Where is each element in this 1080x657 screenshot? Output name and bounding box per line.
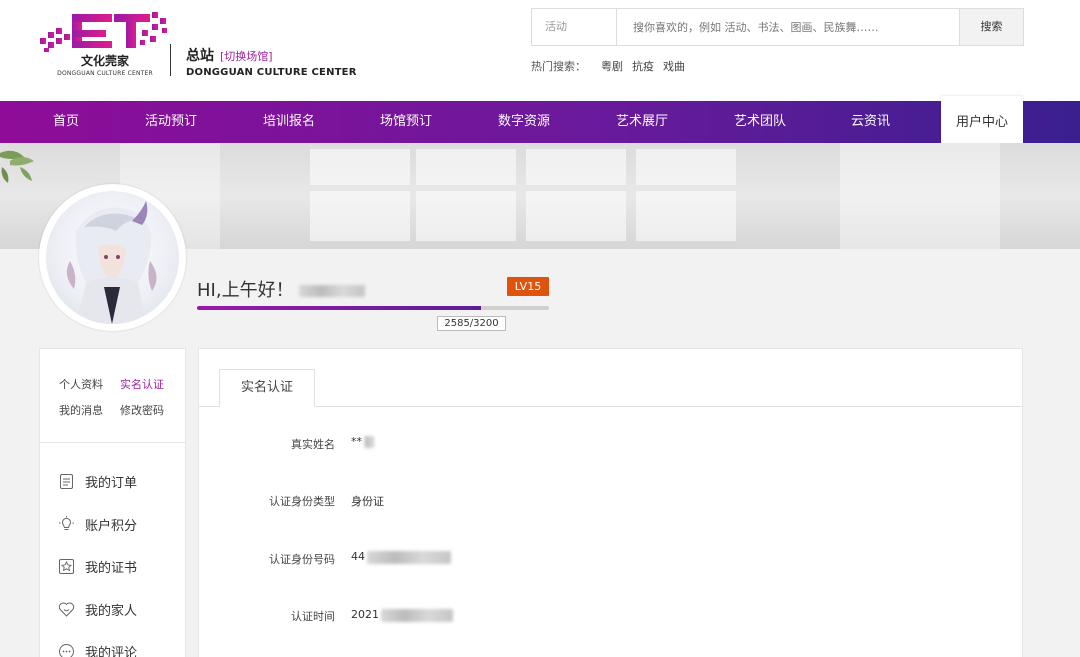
hot-search-item[interactable]: 粤剧 [601,58,623,74]
sidebar-link-verification[interactable]: 实名认证 [120,376,164,392]
search-category-select[interactable]: 活动 [532,9,617,45]
exp-progress-fill [197,306,482,310]
level-badge: LV15 [507,277,549,296]
site-name: 总站 [186,48,214,64]
sidebar-item-orders[interactable]: 我的订单 [58,471,137,491]
field-value-id-number: 44 [351,550,451,564]
sidebar-link-change-password[interactable]: 修改密码 [120,402,164,418]
sidebar-item-comments[interactable]: 我的评论 [58,641,137,657]
field-value-verified-time: 2021 [351,608,453,622]
redacted-value [364,436,374,448]
site-name-en: DONGGUAN CULTURE CENTER [186,67,357,78]
plant-leaves-icon [0,150,34,183]
switch-venue-link[interactable]: [切换场馆] [220,48,273,64]
header: 文化莞家 DONGGUAN CULTURE CENTER 总站 [切换场馆] D… [0,0,1080,101]
sidebar-link-profile[interactable]: 个人资料 [59,376,103,392]
nav-item-art-teams[interactable]: 艺术团队 [734,101,786,143]
sidebar-item-label: 我的证书 [85,560,138,576]
field-value-id-type: 身份证 [351,495,384,508]
field-label-verified-time: 认证时间 [291,610,335,623]
sidebar-item-label: 我的评论 [85,645,138,657]
sidebar-item-label: 账户积分 [85,518,138,534]
sidebar-item-label: 我的家人 [85,603,138,619]
certificate-icon [58,558,75,575]
tab-verification[interactable]: 实名认证 [219,369,315,407]
main-nav: 首页 活动预订 培训报名 场馆预订 数字资源 艺术展厅 艺术团队 云资讯 [0,101,1080,143]
nav-item-digital-resources[interactable]: 数字资源 [498,101,550,143]
sidebar-item-family[interactable]: 我的家人 [58,599,137,619]
redacted-value [381,608,453,622]
exp-progress-bar [197,306,549,310]
hot-search-label: 热门搜索： [531,60,586,73]
nav-item-art-gallery[interactable]: 艺术展厅 [616,101,668,143]
heart-icon [58,601,75,618]
hot-searches: 热门搜索： 粤剧 抗疫 戏曲 [531,58,685,74]
search-button[interactable]: 搜索 [959,9,1023,45]
sidebar-item-points[interactable]: 账户积分 [58,514,137,534]
nav-item-activity-booking[interactable]: 活动预订 [145,101,197,143]
lightbulb-icon [58,515,75,533]
nav-item-training[interactable]: 培训报名 [263,101,315,143]
search-bar: 活动 搜索 [531,8,1024,46]
sidebar: 个人资料 实名认证 我的消息 修改密码 我的订单 账户积分 我的证书 我的家人 … [39,348,186,657]
logo-text-cn: 文化莞家 [80,54,129,68]
sidebar-link-messages[interactable]: 我的消息 [59,402,103,418]
greeting-text: HI,上午好！ [197,280,294,301]
verification-panel: 实名认证 真实姓名 ** 认证身份类型 身份证 认证身份号码 44 认证时间 2… [198,348,1023,657]
logo-mark-icon [40,12,167,52]
greeting: HI,上午好！ [197,276,366,302]
search-input[interactable] [617,9,959,45]
avatar[interactable] [46,191,179,324]
field-label-id-type: 认证身份类型 [269,495,335,508]
avatar-image-icon [66,201,157,324]
comment-icon [58,643,75,657]
nav-item-home[interactable]: 首页 [53,101,79,143]
nav-item-venue-booking[interactable]: 场馆预订 [380,101,432,143]
redacted-value [367,550,451,564]
hot-search-item[interactable]: 戏曲 [663,58,685,74]
logo[interactable]: 文化莞家 DONGGUAN CULTURE CENTER [38,10,172,77]
exp-progress-text: 2585/3200 [437,316,506,331]
hot-search-item[interactable]: 抗疫 [632,58,654,74]
field-label-real-name: 真实姓名 [291,438,335,451]
document-icon [58,473,75,490]
sidebar-item-certificates[interactable]: 我的证书 [58,556,137,576]
header-divider [170,44,171,76]
sidebar-divider [40,442,185,443]
logo-text-en: DONGGUAN CULTURE CENTER [57,70,153,77]
field-value-real-name: ** [351,435,374,448]
field-label-id-number: 认证身份号码 [269,553,335,566]
nav-item-user-center[interactable]: 用户中心 [941,96,1023,143]
nav-item-cloud-news[interactable]: 云资讯 [851,101,890,143]
sidebar-item-label: 我的订单 [85,475,138,491]
tab-bar-line [199,406,1022,407]
username-redacted [299,285,366,297]
